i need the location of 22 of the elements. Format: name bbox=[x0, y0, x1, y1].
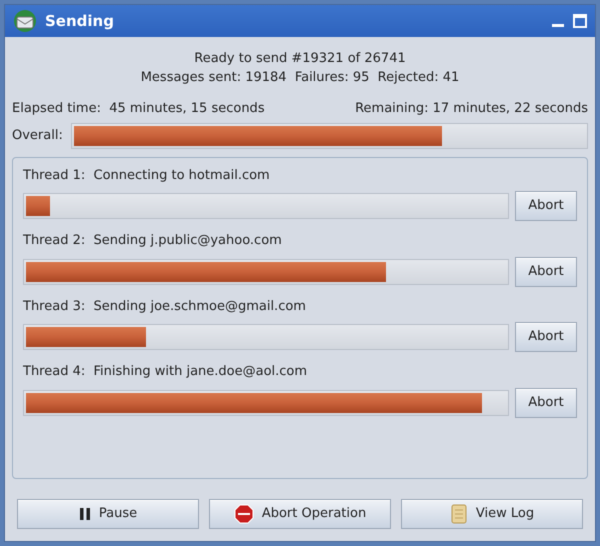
pause-button[interactable]: Pause bbox=[17, 498, 199, 528]
pause-icon bbox=[78, 506, 91, 520]
abort-button[interactable]: Abort bbox=[515, 388, 577, 418]
overall-label: Overall: bbox=[12, 126, 63, 145]
elapsed-time: Elapsed time: 45 minutes, 15 seconds bbox=[12, 100, 265, 118]
abort-button[interactable]: Abort bbox=[515, 191, 577, 221]
thread-status: Thread 4: Finishing with jane.doe@aol.com bbox=[23, 363, 308, 381]
abort-button[interactable]: Abort bbox=[515, 322, 577, 352]
status-text: Ready to send #19321 of 26741 bbox=[193, 50, 407, 68]
remaining-time: Remaining: 17 minutes, 22 seconds bbox=[355, 100, 588, 118]
window-title: Sending bbox=[45, 10, 115, 32]
maximize-icon[interactable] bbox=[573, 14, 587, 28]
thread-status: Thread 3: Sending joe.schmoe@gmail.com bbox=[23, 298, 307, 316]
thread-status: Thread 1: Connecting to hotmail.com bbox=[23, 166, 271, 184]
abort-operation-button[interactable]: Abort Operation bbox=[209, 498, 391, 528]
status-text: Messages sent: 19184 Failures: 95 Rejected: 41 bbox=[140, 69, 460, 87]
scroll-icon bbox=[450, 502, 468, 524]
mail-stack-icon bbox=[13, 9, 37, 33]
abort-button[interactable]: Abort bbox=[515, 256, 577, 286]
view-log-button[interactable]: View Log bbox=[401, 498, 583, 528]
thread-status: Thread 2: Sending j.public@yahoo.com bbox=[23, 232, 283, 250]
stop-sign-icon bbox=[234, 504, 254, 524]
